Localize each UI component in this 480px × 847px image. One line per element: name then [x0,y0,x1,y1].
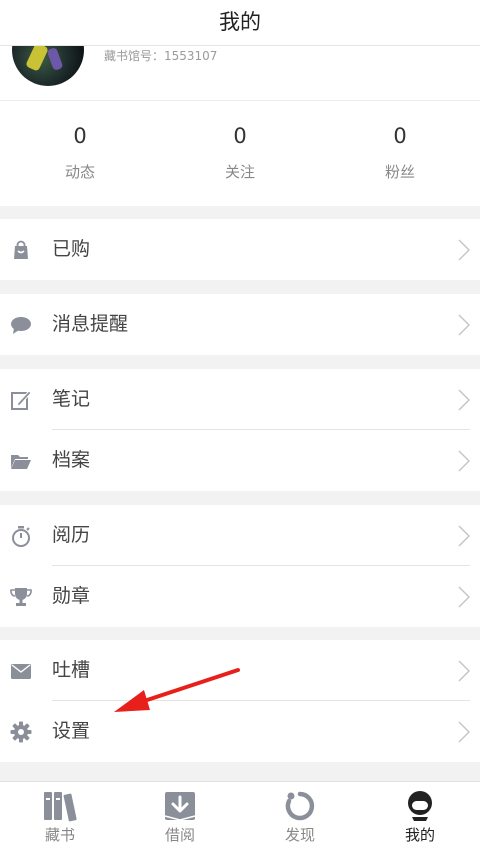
stat-posts-label: 动态 [64,163,95,181]
stopwatch-icon [10,525,32,547]
stat-followers-count: 0 [393,124,407,148]
stat-followers[interactable]: 0 粉丝 [320,101,480,206]
tab-mine[interactable]: 我的 [360,782,480,847]
menu-label-notes: 笔记 [52,388,91,410]
chevron-right-icon [457,389,471,411]
tab-mine-label: 我的 [404,826,435,844]
profile-header[interactable]: 藏书馆号：1553107 [0,46,480,100]
menu-group-messages: 消息提醒 [0,294,480,355]
refresh-ring-icon [283,790,317,822]
menu-label-messages: 消息提醒 [52,313,129,335]
stat-followers-label: 粉丝 [384,163,415,181]
menu-item-history[interactable]: 阅历 [0,505,480,566]
chevron-right-icon [457,239,471,261]
bookshelf-icon [43,790,77,822]
tab-discover[interactable]: 发现 [240,782,360,847]
account-id: 藏书馆号：1553107 [104,49,218,63]
gear-icon [10,721,32,743]
shopping-bag-icon [10,239,32,261]
stat-following-count: 0 [233,124,247,148]
stat-posts[interactable]: 0 动态 [0,101,160,206]
stats-bar: 0 动态 0 关注 0 粉丝 [0,100,480,206]
mail-icon [10,660,32,682]
tab-bookshelf[interactable]: 藏书 [0,782,120,847]
menu-label-medals: 勋章 [52,585,91,607]
tab-borrow[interactable]: 借阅 [120,782,240,847]
tab-borrow-label: 借阅 [164,826,195,844]
user-icon [403,790,437,822]
avatar[interactable] [12,46,84,86]
menu-group-notes: 笔记 档案 [0,369,480,491]
top-bar: 我的 [0,0,480,46]
menu-label-purchased: 已购 [52,238,91,260]
bottom-tab-bar: 藏书 借阅 发现 我的 [0,781,480,847]
annotation-arrow-icon [114,668,240,712]
folder-open-icon [10,450,32,472]
menu-group-history: 阅历 勋章 [0,505,480,627]
stat-following-label: 关注 [224,163,255,181]
menu-label-feedback: 吐槽 [52,659,91,681]
stat-posts-count: 0 [73,124,87,148]
menu-label-archive: 档案 [52,449,91,471]
menu-item-messages[interactable]: 消息提醒 [0,294,480,355]
chat-bubble-icon [10,314,32,336]
menu-item-archive[interactable]: 档案 [0,430,480,491]
trophy-icon [10,586,32,608]
menu-label-settings: 设置 [52,720,91,742]
download-icon [163,790,197,822]
page-title: 我的 [219,10,261,34]
menu-group-purchased: 已购 [0,219,480,280]
chevron-right-icon [457,586,471,608]
tab-discover-label: 发现 [284,826,315,844]
stat-following[interactable]: 0 关注 [160,101,320,206]
menu-item-purchased[interactable]: 已购 [0,219,480,280]
menu-item-notes[interactable]: 笔记 [0,369,480,430]
chevron-right-icon [457,721,471,743]
chevron-right-icon [457,660,471,682]
edit-note-icon [10,389,32,411]
tab-bookshelf-label: 藏书 [44,826,75,844]
menu-label-history: 阅历 [52,524,91,546]
chevron-right-icon [457,450,471,472]
chevron-right-icon [457,525,471,547]
menu-item-medals[interactable]: 勋章 [0,566,480,627]
chevron-right-icon [457,314,471,336]
